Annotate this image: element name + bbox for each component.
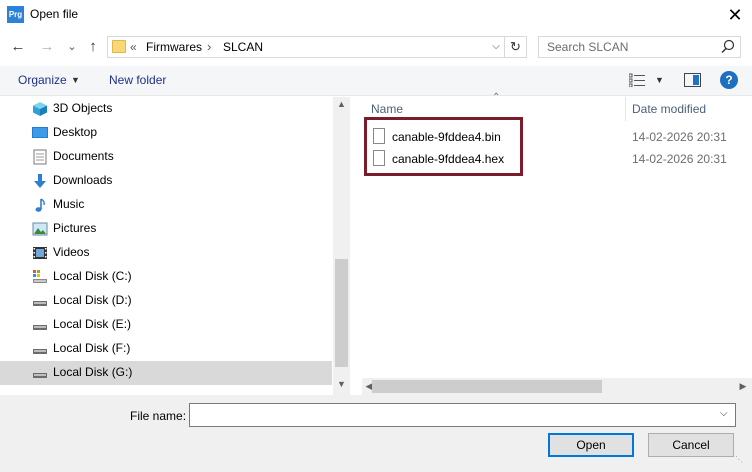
file-date-modified: 14-02-2026 20:31 [632,152,727,166]
scroll-up-icon[interactable]: ▲ [333,99,350,113]
drive-icon [33,325,47,330]
resize-grip-icon[interactable]: ⋱ [735,455,749,469]
nav-item-local-disk-d[interactable]: Local Disk (D:) [0,289,332,313]
pictures-icon [32,222,48,236]
sort-ascending-icon: ⌃ [492,92,501,103]
music-icon [35,198,45,212]
nav-item-local-disk-f[interactable]: Local Disk (F:) [0,337,332,361]
file-name-input[interactable]: ⌵ [189,403,736,427]
drive-icon [33,349,47,354]
nav-item-label: Local Disk (D:) [53,293,132,307]
nav-item-documents[interactable]: Documents [0,145,332,169]
app-icon: Prg [7,6,24,23]
view-options-icon[interactable] [629,73,645,87]
desktop-icon [32,127,48,138]
caret-down-icon[interactable]: ▼ [655,75,664,85]
nav-item-label: 3D Objects [53,101,113,115]
nav-item-label: Desktop [53,125,98,139]
title-bar: Prg Open file ✕ [0,0,752,30]
nav-item-label: Local Disk (E:) [53,317,132,331]
column-header-name[interactable]: Name [371,102,403,116]
column-header-date-modified[interactable]: Date modified [632,102,706,116]
breadcrumb-separator-icon[interactable]: › [207,39,211,54]
chevron-down-icon[interactable]: ⌵ [720,408,728,419]
preview-pane-icon[interactable] [684,73,701,87]
scroll-right-icon[interactable]: ▶ [736,379,750,394]
new-folder-button[interactable]: New folder [109,73,166,87]
organize-button[interactable]: Organize [18,73,67,87]
column-divider[interactable] [625,97,626,121]
nav-item-3d-objects[interactable]: 3D Objects [0,97,332,121]
search-icon[interactable] [720,38,736,56]
recent-locations-chevron-icon[interactable]: ⌄ [62,38,82,56]
drive-icon [33,301,47,306]
forward-arrow-icon[interactable]: → [37,38,57,56]
nav-item-pictures[interactable]: Pictures [0,217,332,241]
system-drive-icon [33,270,47,283]
videos-icon [33,247,47,259]
close-icon[interactable]: ✕ [718,0,752,30]
back-arrow-icon[interactable]: ← [8,38,28,56]
open-button[interactable]: Open [548,433,634,457]
breadcrumb-item-slcan[interactable]: SLCAN [223,40,263,54]
nav-item-local-disk-e[interactable]: Local Disk (E:) [0,313,332,337]
nav-item-label: Downloads [53,173,113,187]
breadcrumb-overflow-icon[interactable]: « [130,40,137,54]
breadcrumb-item-firmwares[interactable]: Firmwares [146,40,202,54]
search-placeholder: Search SLCAN [547,40,629,54]
help-icon[interactable]: ? [720,71,738,89]
search-input[interactable]: Search SLCAN [538,36,741,58]
nav-item-local-disk-c[interactable]: Local Disk (C:) [0,265,332,289]
navigation-pane: 3D Objects Desktop Documents Downloads M… [0,97,350,395]
3d-objects-icon [33,102,47,116]
toolbar: Organize ▼ New folder ▼ ? [0,66,752,96]
nav-item-label: Videos [53,245,90,259]
downloads-icon [34,174,46,188]
file-name-label: File name: [130,409,187,423]
dialog-footer: File name: ⌵ Open Cancel ⋱ [0,395,752,472]
nav-item-downloads[interactable]: Downloads [0,169,332,193]
drive-icon [33,373,47,378]
chevron-down-icon[interactable]: ⌵ [489,38,503,56]
nav-item-label: Local Disk (C:) [53,269,132,283]
vertical-scrollbar[interactable]: ▲ ▼ [333,97,350,395]
up-arrow-icon[interactable]: ↑ [83,38,103,56]
window-title: Open file [30,7,79,21]
scrollbar-thumb[interactable] [372,380,602,393]
nav-item-videos[interactable]: Videos [0,241,332,265]
nav-item-local-disk-g[interactable]: Local Disk (G:) [0,361,332,385]
nav-item-desktop[interactable]: Desktop [0,121,332,145]
folder-icon [112,40,126,53]
annotation-highlight-box [364,117,523,176]
refresh-icon[interactable]: ↻ [505,36,527,58]
address-bar[interactable]: « Firmwares › SLCAN ⌵ [107,36,505,58]
nav-item-label: Local Disk (G:) [53,365,133,379]
horizontal-scrollbar[interactable]: ◀ ▶ [362,378,752,395]
nav-item-label: Music [53,197,85,211]
caret-down-icon[interactable]: ▼ [71,75,80,85]
nav-item-label: Pictures [53,221,97,235]
nav-item-label: Documents [53,149,114,163]
nav-item-music[interactable]: Music [0,193,332,217]
scrollbar-thumb[interactable] [335,259,348,367]
nav-item-label: Local Disk (F:) [53,341,131,355]
cancel-button[interactable]: Cancel [648,433,734,457]
documents-icon [33,149,47,165]
scroll-down-icon[interactable]: ▼ [333,379,350,393]
file-date-modified: 14-02-2026 20:31 [632,130,727,144]
